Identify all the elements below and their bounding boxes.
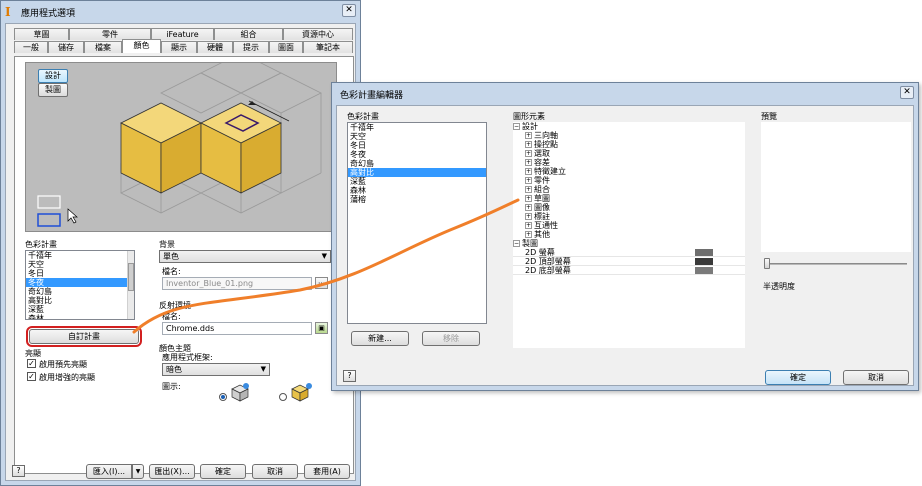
callout-connector <box>132 198 520 334</box>
orange-callout-curve <box>132 198 520 334</box>
